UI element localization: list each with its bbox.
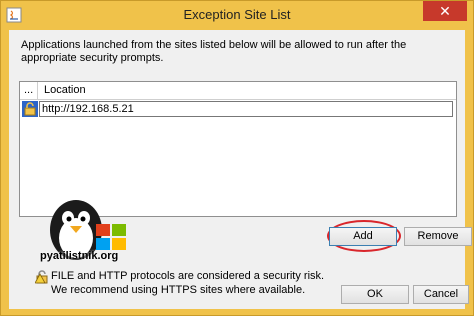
table-row[interactable]: http://192.168.5.21 <box>21 101 455 117</box>
cancel-button[interactable]: Cancel <box>413 285 469 304</box>
site-list[interactable]: ... Location http://192.168.5.21 pyatili… <box>19 81 457 262</box>
column-header-icon[interactable]: ... <box>24 84 33 96</box>
warning-text-line2: We recommend using HTTPS sites where ava… <box>51 284 306 296</box>
list-header: ... Location <box>20 82 456 100</box>
watermark-text: pyatilistnik.org <box>40 250 119 262</box>
add-button[interactable]: Add <box>329 227 397 246</box>
description-text: Applications launched from the sites lis… <box>21 39 407 64</box>
warning-text-line1: FILE and HTTP protocols are considered a… <box>51 270 325 282</box>
title-bar[interactable]: Exception Site List ✕ <box>1 1 473 29</box>
lock-icon <box>22 101 38 117</box>
window-title: Exception Site List <box>183 7 291 22</box>
column-divider[interactable] <box>37 82 38 99</box>
location-input[interactable]: http://192.168.5.21 <box>39 101 453 117</box>
ok-button[interactable]: OK <box>341 285 409 304</box>
exception-site-list-window: Exception Site List ✕ Applications launc… <box>0 0 474 316</box>
warning-lock-icon <box>35 270 48 284</box>
close-button[interactable]: ✕ <box>423 1 467 21</box>
remove-button[interactable]: Remove <box>404 227 472 246</box>
watermark-logo: pyatilistnik.org <box>36 188 144 272</box>
column-header-location[interactable]: Location <box>44 84 86 96</box>
dialog-body: Applications launched from the sites lis… <box>9 30 472 309</box>
